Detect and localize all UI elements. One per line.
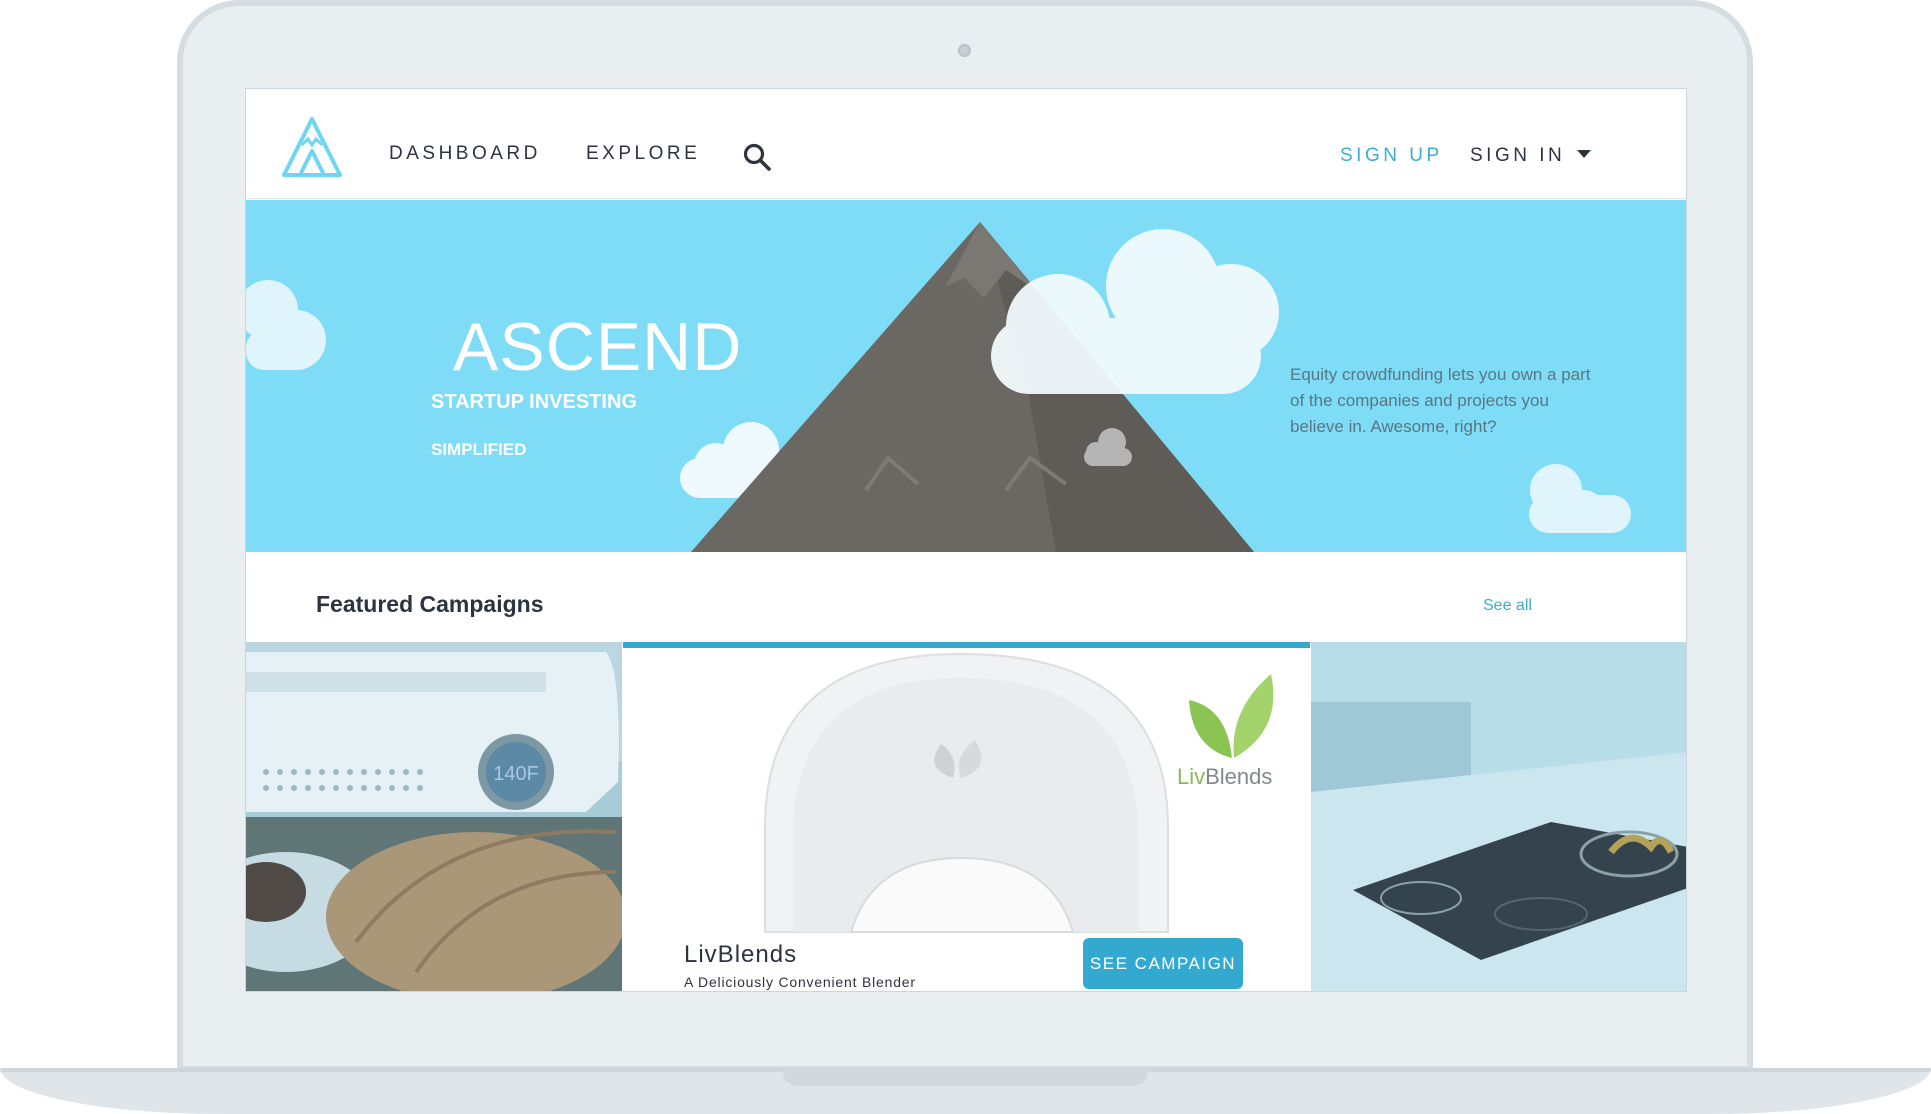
campaign-card-active[interactable]: LivBlends LivBlends A Deliciously Conven… <box>623 642 1310 991</box>
sign-in-menu[interactable]: SIGN IN <box>1470 145 1592 167</box>
nav-explore[interactable]: EXPLORE <box>586 143 700 165</box>
hero-title: ASCEND <box>453 309 743 385</box>
hero-banner: ASCEND STARTUP INVESTING SIMPLIFIED Equi… <box>246 200 1686 552</box>
sign-up-link[interactable]: SIGN UP <box>1340 145 1443 167</box>
see-campaign-button[interactable]: SEE CAMPAIGN <box>1083 938 1243 989</box>
search-icon[interactable] <box>742 142 772 172</box>
nav-dashboard[interactable]: DASHBOARD <box>389 143 541 165</box>
cooktop-image <box>1311 642 1686 991</box>
brand-logotype: LivBlends <box>1177 764 1272 790</box>
brand-suffix: Blends <box>1205 764 1273 789</box>
cooker-image: 140F <box>246 642 622 991</box>
browser-screen: DASHBOARD EXPLORE SIGN UP SIGN IN ASCEND… <box>245 88 1687 992</box>
leaf-logo-icon <box>1189 674 1274 758</box>
mountain-logo-icon[interactable] <box>280 115 344 179</box>
campaign-tagline: A Deliciously Convenient Blender <box>684 974 916 990</box>
caret-down-icon <box>1577 150 1592 158</box>
hero-subtitle-1: STARTUP INVESTING <box>431 391 637 413</box>
campaign-card-right[interactable] <box>1311 642 1686 991</box>
temperature-display: 140F <box>493 763 539 785</box>
camera-dot <box>958 44 971 57</box>
laptop-notch <box>783 1068 1148 1086</box>
featured-heading: Featured Campaigns <box>316 591 544 617</box>
see-all-link[interactable]: See all <box>1483 597 1532 615</box>
brand-prefix: Liv <box>1177 764 1206 789</box>
campaign-card-left[interactable]: 140F <box>246 642 622 991</box>
hero-subtitle-2: SIMPLIFIED <box>431 440 527 459</box>
top-navigation: DASHBOARD EXPLORE SIGN UP SIGN IN <box>246 89 1686 199</box>
campaign-name: LivBlends <box>684 941 798 968</box>
hero-description: Equity crowdfunding lets you own a part … <box>1290 365 1591 436</box>
laptop-mockup: DASHBOARD EXPLORE SIGN UP SIGN IN ASCEND… <box>0 0 1931 1114</box>
sign-in-label: SIGN IN <box>1470 145 1566 166</box>
